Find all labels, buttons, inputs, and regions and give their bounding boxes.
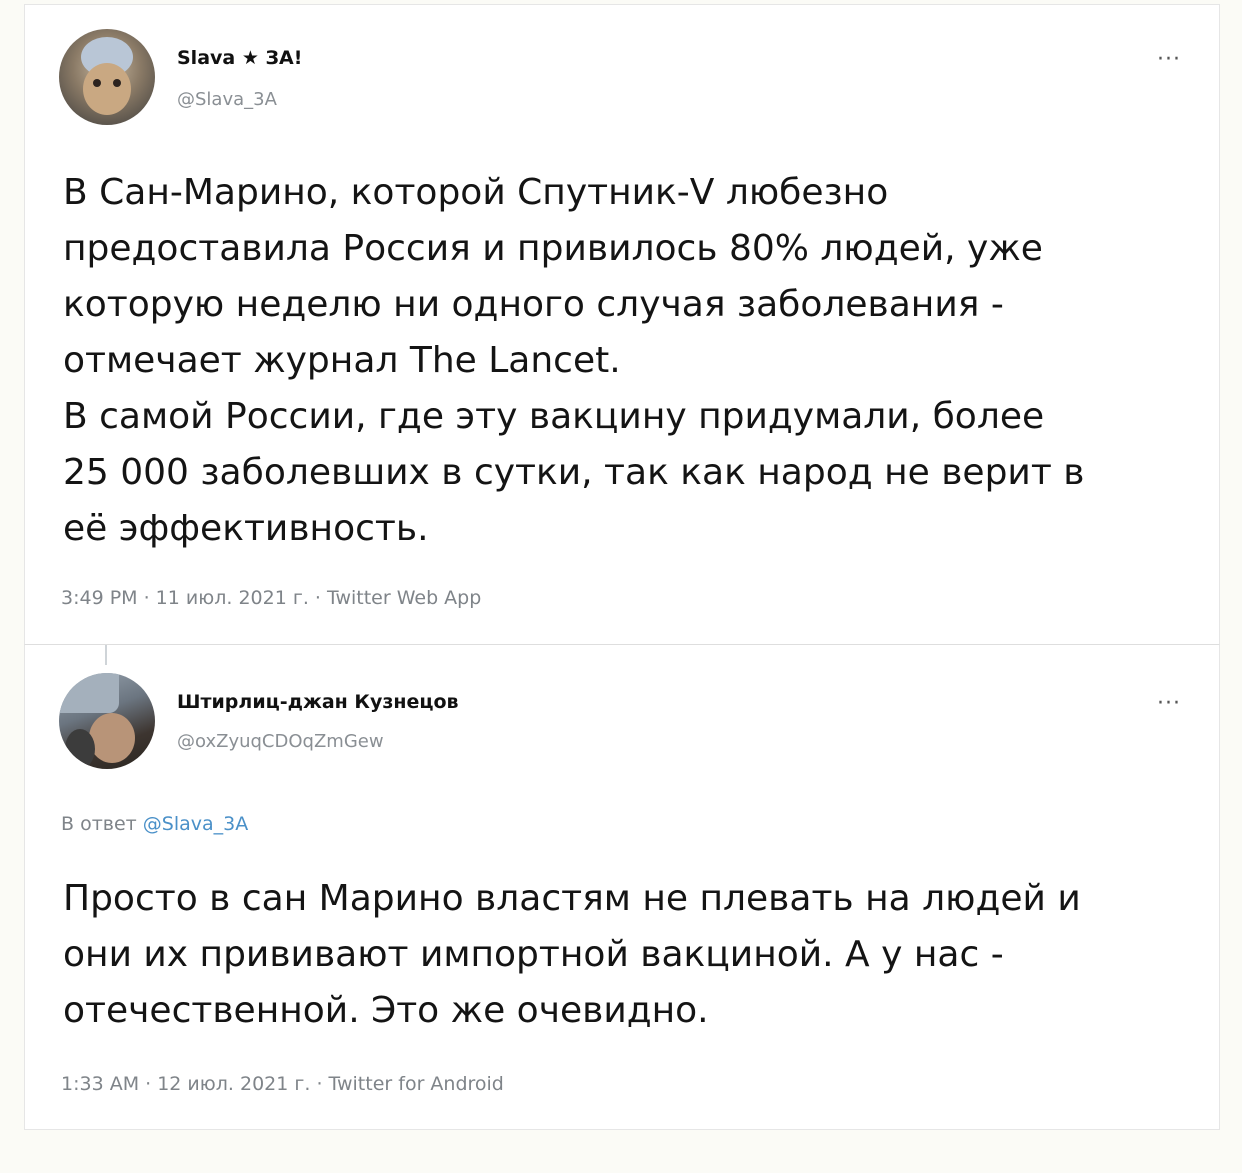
avatar-shoulder-shape <box>65 729 95 769</box>
screenshot-page: Slava ★ ЗА! @Slava_3A ··· В Сан-Марино, … <box>0 0 1242 1173</box>
reply-to-prefix: В ответ <box>61 813 137 835</box>
tweet-meta: 1:33 AM · 12 июл. 2021 г. · Twitter for … <box>61 1073 504 1095</box>
more-icon[interactable]: ··· <box>1157 693 1181 715</box>
avatar-sky-shape <box>59 673 119 713</box>
avatar-face-shape <box>83 63 131 115</box>
author-handle[interactable]: @oxZyuqCDOqZmGew <box>177 731 384 752</box>
tweet-text: В Сан-Марино, которой Спутник-V любезно … <box>63 172 1085 549</box>
avatar-face-shape <box>89 713 135 763</box>
avatar[interactable] <box>59 29 155 125</box>
tweet-original[interactable]: Slava ★ ЗА! @Slava_3A ··· В Сан-Марино, … <box>24 4 1220 644</box>
thread-line <box>105 645 107 665</box>
reply-to-handle-link[interactable]: @Slava_3A <box>143 813 248 835</box>
reply-to-line: В ответ @Slava_3A <box>61 813 248 835</box>
tweet-reply[interactable]: Штирлиц-джан Кузнецов @oxZyuqCDOqZmGew ·… <box>24 644 1220 1130</box>
author-name[interactable]: Штирлиц-джан Кузнецов <box>177 691 459 713</box>
avatar[interactable] <box>59 673 155 769</box>
tweet-meta: 3:49 PM · 11 июл. 2021 г. · Twitter Web … <box>61 587 482 609</box>
more-icon[interactable]: ··· <box>1157 49 1181 71</box>
author-name[interactable]: Slava ★ ЗА! <box>177 47 302 69</box>
author-handle[interactable]: @Slava_3A <box>177 89 277 110</box>
avatar-eye-shape <box>93 79 101 87</box>
avatar-eye-shape <box>113 79 121 87</box>
tweet-text: Просто в сан Марино властям не плевать н… <box>63 878 1081 1031</box>
